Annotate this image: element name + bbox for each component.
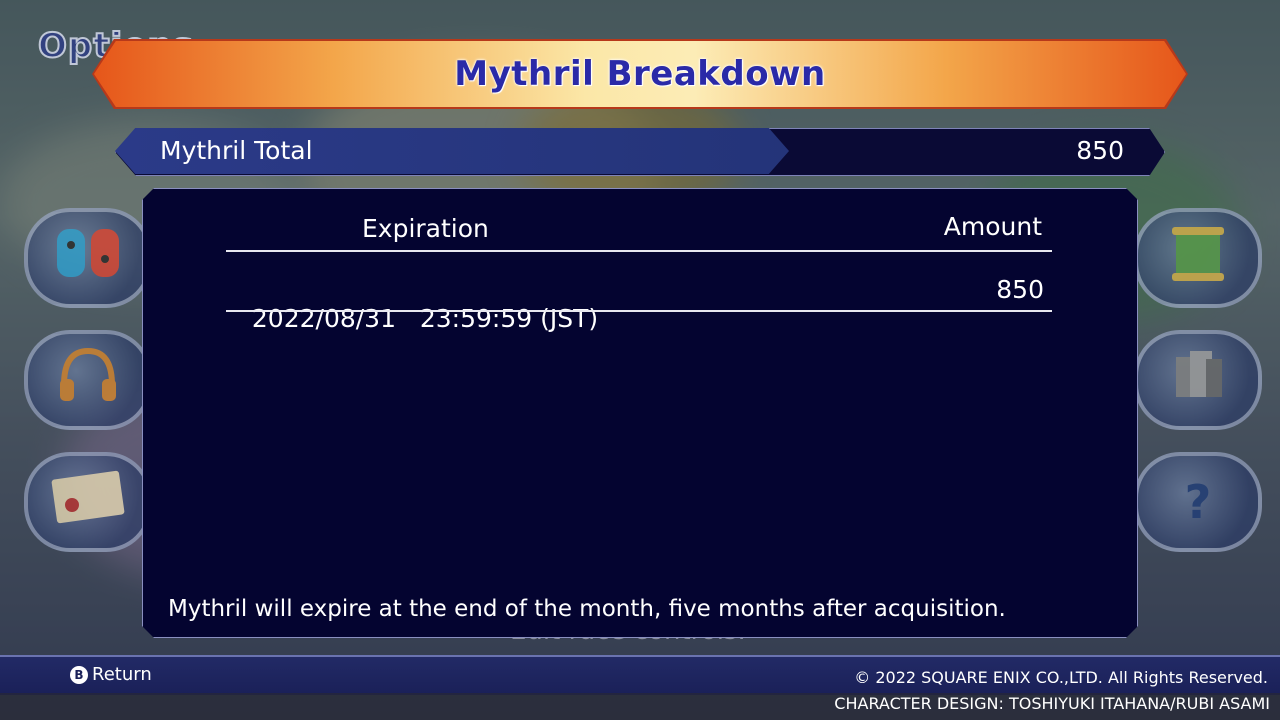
help-menu-button[interactable]: ?	[1134, 452, 1262, 552]
row-divider	[226, 310, 1052, 312]
sound-menu-button[interactable]	[24, 330, 152, 430]
expiration-date: 2022/08/31	[251, 304, 396, 333]
copyright: © 2022 SQUARE ENIX CO.,LTD. All Rights R…	[854, 668, 1268, 687]
expiration-time: 23:59:59 (JST)	[419, 304, 599, 333]
certificate-icon	[50, 469, 126, 535]
b-button-icon: B	[70, 665, 88, 684]
headphones-icon	[56, 345, 120, 415]
help-icon: ?	[1184, 475, 1212, 529]
pages-icon	[1166, 345, 1230, 415]
return-button[interactable]: B Return	[70, 664, 152, 685]
expiry-note: Mythril will expire at the end of the mo…	[168, 596, 1006, 622]
table-row-expiration: 2022/08/31 23:59:59 (JST)	[236, 275, 598, 333]
column-header-expiration: Expiration	[362, 214, 489, 243]
joycon-icon	[53, 223, 123, 293]
scroll-icon	[1166, 223, 1230, 293]
header-divider	[226, 250, 1052, 252]
table-row-amount: 850	[996, 275, 1044, 304]
credits: CHARACTER DESIGN: TOSHIYUKI ITAHANA/RUBI…	[834, 694, 1270, 713]
controls-menu-button[interactable]	[24, 208, 152, 308]
breakdown-panel	[142, 188, 1138, 638]
return-label: Return	[92, 664, 152, 685]
data-menu-button[interactable]	[1134, 330, 1262, 430]
records-menu-button[interactable]	[1134, 208, 1262, 308]
total-label: Mythril Total	[160, 136, 313, 165]
column-header-amount: Amount	[943, 212, 1042, 241]
header-banner: Mythril Breakdown	[94, 41, 1186, 107]
page-title: Mythril Breakdown	[454, 54, 826, 94]
license-menu-button[interactable]	[24, 452, 152, 552]
total-value: 850	[1076, 136, 1124, 165]
